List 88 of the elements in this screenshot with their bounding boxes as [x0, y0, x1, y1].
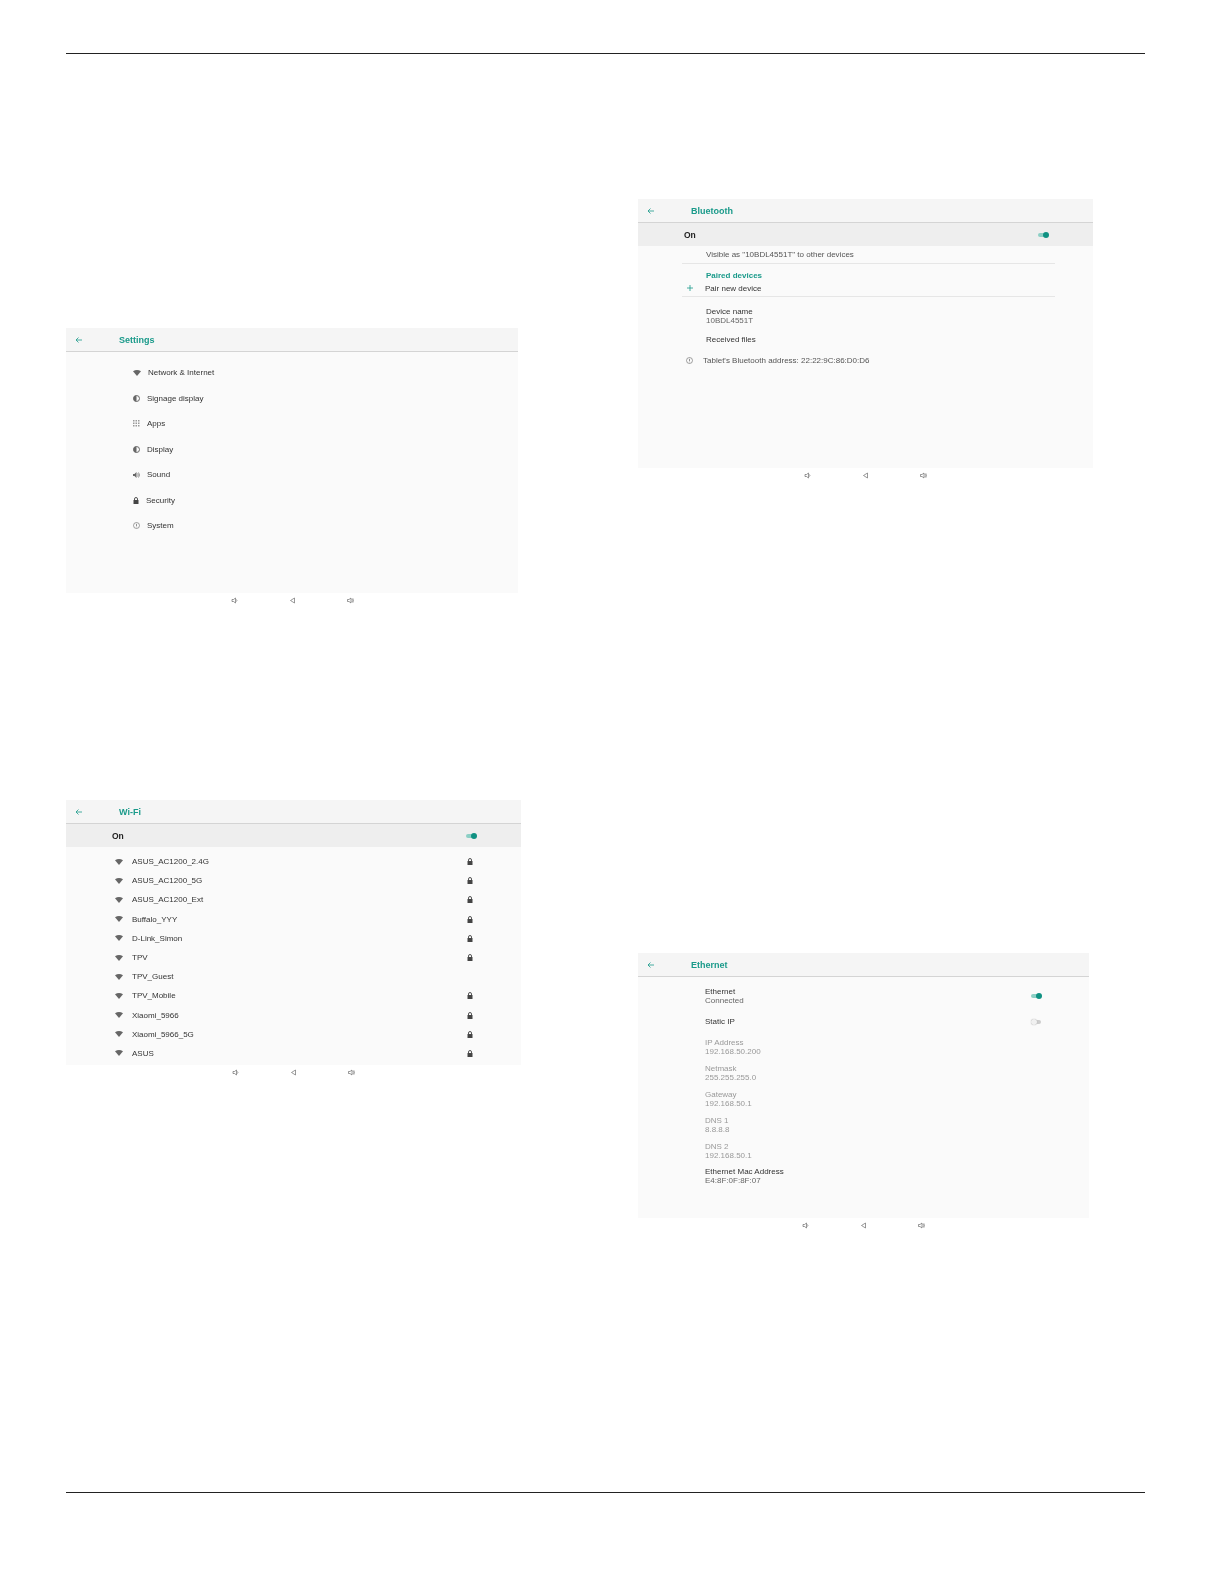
setting-title: DNS 1 — [705, 1115, 730, 1125]
visibility-note: Visible as "10BDL4551T" to other devices — [705, 249, 855, 261]
screen-title: Settings — [119, 334, 155, 345]
wifi-icon — [115, 916, 123, 923]
switch-label: On — [112, 830, 124, 841]
info-icon — [133, 522, 140, 530]
grid-icon — [133, 420, 140, 428]
setting-value: 8.8.8.8 — [705, 1124, 730, 1134]
lock-icon — [133, 496, 139, 504]
toggle-switch[interactable] — [466, 832, 477, 839]
screen-title: Wi-Fi — [119, 806, 141, 817]
plus-icon — [687, 285, 693, 291]
address-text: Tablet's Bluetooth address: 22:22:9C:86:D0:D6 — [703, 356, 870, 365]
back-icon[interactable] — [860, 1222, 867, 1229]
back-arrow-icon[interactable] — [75, 808, 82, 815]
setting-title: IP Address — [705, 1038, 745, 1048]
network-item[interactable]: Xiaomi_5966 — [66, 1005, 521, 1025]
toggle-switch[interactable] — [1031, 992, 1042, 1000]
back-arrow-icon[interactable] — [647, 207, 654, 214]
volume-down-icon[interactable] — [802, 1222, 809, 1229]
network-item[interactable]: TPV — [66, 947, 521, 968]
switch-bar[interactable]: On — [638, 223, 1093, 246]
setting-value: 192.168.50.200 — [705, 1047, 761, 1057]
section-heading: Paired devices — [705, 271, 764, 280]
brightness-icon — [133, 445, 140, 453]
menu-item[interactable]: Signage display — [66, 385, 518, 411]
switch-label: On — [684, 229, 696, 240]
setting-value: E4:8F:0F:8F:07 — [705, 1176, 762, 1186]
wifi-icon — [115, 858, 123, 865]
switch-bar[interactable]: On — [66, 824, 521, 847]
pair-device-item[interactable]: Pair new device — [682, 280, 1055, 296]
volume-up-icon[interactable] — [348, 1069, 355, 1076]
network-item[interactable]: D-Link_Simon — [66, 928, 521, 948]
setting-title: Gateway — [705, 1090, 738, 1100]
network-item[interactable]: Xiaomi_5966_5G — [66, 1024, 521, 1044]
toggle-switch[interactable] — [1031, 1018, 1042, 1026]
toggle-switch[interactable] — [1038, 231, 1049, 238]
wifi-icon — [115, 896, 123, 903]
network-item[interactable]: ASUS — [66, 1043, 521, 1064]
network-item[interactable]: TPV_Mobile — [66, 986, 521, 1006]
volume-up-icon[interactable] — [346, 597, 354, 604]
wifi-icon — [115, 935, 123, 942]
wifi-icon — [115, 877, 123, 884]
brightness-icon — [133, 394, 140, 402]
network-item[interactable]: ASUS_AC1200_5G — [66, 871, 521, 891]
wifi-icon — [115, 1050, 123, 1057]
info-icon — [686, 357, 693, 364]
menu-item[interactable]: Security — [66, 487, 518, 513]
back-icon[interactable] — [290, 1069, 297, 1076]
setting-title: Netmask — [705, 1064, 738, 1074]
setting-value: 192.168.50.1 — [705, 1099, 752, 1109]
back-arrow-icon[interactable] — [75, 336, 82, 343]
back-icon[interactable] — [862, 472, 869, 479]
volume-down-icon[interactable] — [230, 597, 238, 604]
setting-value: Connected — [705, 995, 744, 1005]
network-item[interactable]: TPV_Guest — [66, 967, 521, 987]
setting-title[interactable]: Received files — [706, 335, 1055, 344]
menu-item[interactable]: System — [66, 513, 518, 539]
wifi-icon — [133, 369, 141, 376]
wifi-icon — [115, 954, 123, 961]
menu-item[interactable]: Apps — [66, 411, 518, 437]
menu-item[interactable]: Network & Internet — [66, 360, 518, 386]
setting-title: Static IP — [705, 1017, 735, 1027]
network-item[interactable]: Buffalo_YYY — [66, 909, 521, 929]
volume-down-icon[interactable] — [804, 472, 811, 479]
volume-up-icon[interactable] — [920, 472, 927, 479]
network-item[interactable]: ASUS_AC1200_2.4G — [66, 852, 521, 872]
screen-title: Ethernet — [691, 959, 728, 970]
speaker-icon — [133, 471, 140, 478]
setting-title: Ethernet — [705, 986, 737, 996]
wifi-icon — [115, 992, 123, 999]
wifi-icon — [115, 1012, 123, 1019]
setting-value: 10BDL4551T — [706, 316, 755, 325]
menu-item[interactable]: Display — [66, 436, 518, 462]
volume-down-icon[interactable] — [232, 1069, 239, 1076]
back-icon[interactable] — [288, 597, 296, 604]
setting-value: 192.168.50.1 — [705, 1150, 752, 1160]
setting-value: 255.255.255.0 — [705, 1073, 757, 1083]
setting-title: DNS 2 — [705, 1141, 730, 1151]
network-item[interactable]: ASUS_AC1200_Ext — [66, 890, 521, 910]
setting-title[interactable]: Ethernet Mac Address — [705, 1167, 784, 1177]
menu-item[interactable]: Sound — [66, 462, 518, 488]
wifi-icon — [115, 973, 123, 980]
back-arrow-icon[interactable] — [647, 961, 654, 968]
volume-up-icon[interactable] — [918, 1222, 925, 1229]
screen-title: Bluetooth — [691, 205, 733, 216]
setting-title[interactable]: Device name — [706, 307, 1055, 316]
wifi-icon — [115, 1031, 123, 1038]
